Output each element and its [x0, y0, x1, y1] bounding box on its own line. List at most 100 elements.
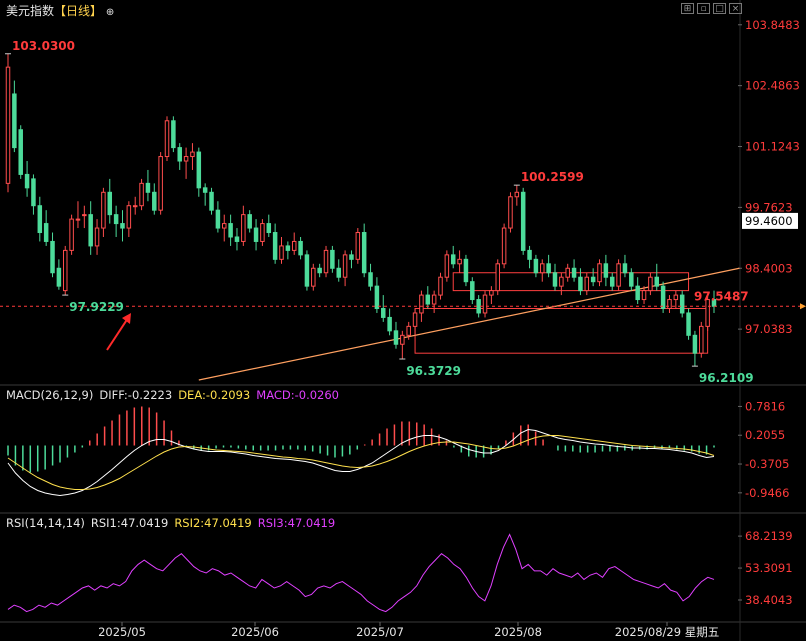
candle-body	[609, 276, 615, 287]
candle-body	[88, 214, 93, 247]
candle-body	[679, 294, 685, 314]
rsi-header: RSI(14,14,14) RSI1:47.0419 RSI2:47.0419 RSI…	[6, 516, 341, 530]
instrument-name: 美元指数	[6, 4, 55, 18]
candle-body	[355, 232, 361, 260]
y-tick-label: 97.0383	[745, 322, 793, 336]
chart-canvas: 103.8483 102.4863 101.1243 99.7623 98.4003 97…	[0, 0, 806, 641]
x-axis-label: 2025/05	[98, 625, 146, 639]
candle-body	[342, 254, 348, 278]
max-icon[interactable]: □	[713, 3, 726, 14]
candle-body	[584, 276, 590, 292]
candle-body	[272, 232, 278, 260]
candle-body	[660, 285, 666, 309]
candle-body	[247, 214, 252, 229]
candle-body	[470, 281, 475, 301]
candle-body	[406, 325, 411, 336]
candle-body	[622, 263, 628, 274]
candle-body	[501, 227, 507, 265]
restore-icon[interactable]: ▫	[697, 3, 710, 14]
candle-body	[463, 258, 469, 283]
candle-body	[177, 147, 182, 162]
candle-body	[158, 156, 163, 211]
candle-body	[94, 227, 100, 247]
candle-body	[571, 267, 577, 278]
candle-body	[603, 263, 609, 278]
candle-body	[285, 245, 291, 251]
y-tick-label: 102.4863	[745, 79, 800, 93]
candle-body	[616, 263, 621, 287]
candle-body	[31, 178, 36, 207]
period-tag[interactable]: 【日线】	[54, 4, 102, 18]
current-price-value: 99.4600	[745, 214, 793, 228]
rsi-y-tick-label: 68.2139	[745, 529, 793, 543]
close-icon[interactable]: ×	[729, 3, 742, 14]
y-tick-label: 99.7623	[745, 200, 793, 214]
candle-body	[145, 182, 151, 193]
candle-body	[381, 307, 386, 318]
candle-body	[152, 191, 157, 211]
rsi-line	[7, 533, 715, 613]
low2-annotation: 96.3729	[406, 364, 461, 378]
macd-diff-line	[7, 428, 715, 497]
candle-body	[514, 191, 520, 198]
candle-body	[202, 187, 208, 193]
candle-body	[12, 93, 17, 149]
candle-body	[291, 240, 297, 251]
candle-body	[323, 249, 329, 274]
candle-body	[431, 294, 437, 305]
macd-y-tick-label: -0.9466	[745, 486, 789, 500]
y-tick-label: 101.1243	[745, 140, 800, 154]
arrow-head	[122, 313, 131, 324]
candle-body	[699, 325, 704, 354]
candle-body	[597, 263, 602, 283]
candle-body	[361, 232, 367, 274]
candle-body	[457, 258, 462, 265]
candle-body	[304, 254, 310, 287]
rsi-y-tick-label: 38.4043	[745, 593, 793, 607]
rsi2-value: RSI2:47.0419	[174, 516, 252, 530]
candle-body	[495, 263, 500, 292]
y-tick-label: 98.4003	[745, 261, 793, 275]
candle-body	[164, 120, 170, 158]
candle-body	[400, 334, 405, 345]
candle-body	[317, 267, 322, 274]
candle-body	[183, 156, 189, 162]
candle-body	[489, 290, 494, 296]
candle-body	[69, 218, 74, 251]
candle-body	[56, 267, 62, 287]
candle-body	[654, 276, 660, 287]
last-close-label: 97.5487	[694, 289, 749, 303]
candle-body	[450, 254, 456, 265]
x-axis-label: 2025/08	[494, 625, 542, 639]
candle-body	[330, 249, 335, 269]
candle-body	[508, 196, 513, 229]
candle-body	[641, 290, 647, 301]
rsi1-value: RSI1:47.0419	[90, 516, 169, 530]
candle-body	[552, 272, 558, 287]
candle-body	[24, 173, 30, 189]
candle-body	[533, 258, 539, 274]
candle-body	[425, 294, 431, 305]
macd-y-tick-label: -0.3705	[745, 457, 789, 471]
candle-body	[667, 299, 672, 309]
window-buttons: ⊞ ▫ □ ×	[681, 3, 742, 14]
candle-body	[241, 214, 246, 242]
candle-body	[349, 254, 354, 260]
candle-body	[692, 334, 698, 354]
candle-body	[82, 214, 87, 217]
candle-body	[37, 205, 43, 234]
plus-circle-icon[interactable]: ⊕	[106, 7, 114, 18]
candle-body	[311, 267, 316, 287]
arrow-annotation	[106, 317, 129, 351]
candle-body	[540, 263, 545, 274]
candle-body	[139, 182, 144, 207]
grid-icon[interactable]: ⊞	[681, 3, 694, 14]
candle-body	[43, 223, 49, 242]
macd-y-tick-label: 0.2055	[745, 428, 785, 442]
candle-body	[222, 223, 227, 229]
candle-body	[673, 294, 679, 301]
candle-body	[234, 236, 240, 242]
candle-body	[476, 299, 481, 314]
candle-body	[18, 129, 23, 175]
low1-annotation: 97.9229	[69, 300, 124, 314]
